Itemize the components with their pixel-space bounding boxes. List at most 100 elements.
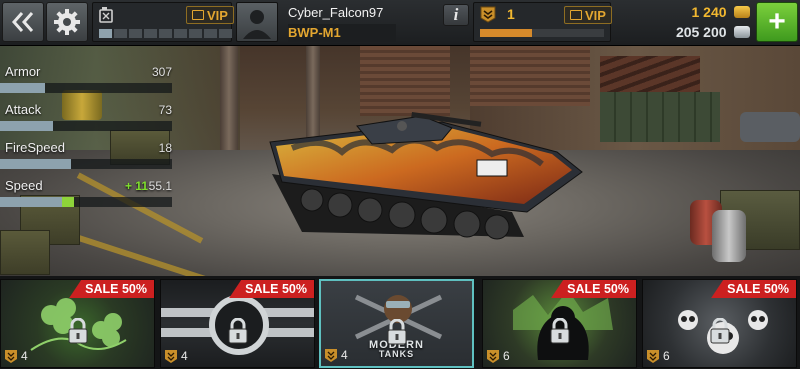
xp-bar	[480, 29, 604, 37]
rank-chevron-icon	[325, 348, 337, 362]
camo-card-gorilla[interactable]: SALE 50% 6	[482, 279, 637, 368]
tank-hatch	[397, 121, 407, 131]
gold-amount: 1 240	[691, 4, 727, 20]
stat-bar	[0, 121, 172, 131]
required-rank: 6	[487, 349, 510, 363]
rank-chevron-icon	[647, 349, 659, 363]
required-rank-value: 6	[503, 349, 510, 363]
camo-card-clover[interactable]: SALE 50% 4	[0, 279, 155, 368]
vip-badge[interactable]: VIP	[186, 6, 234, 24]
stat-name: Attack	[5, 102, 42, 117]
tank-model	[269, 112, 583, 240]
rank-chevron-icon	[5, 349, 17, 363]
stat-value: 55.1	[148, 179, 172, 193]
stat-value: 18	[158, 141, 172, 155]
required-rank: 6	[647, 349, 670, 363]
camo-card-skull[interactable]: SALE 50% 6	[642, 279, 797, 368]
lock-icon	[710, 318, 729, 344]
stat-name: FireSpeed	[5, 140, 65, 155]
info-icon: i	[453, 5, 459, 24]
vip-badge[interactable]: VIP	[564, 6, 612, 24]
vip-label: VIP	[585, 7, 606, 23]
camo-carousel: SALE 50% 4 SALE 50% 4 MODERN TANKS 4 SALE 50% 6 S…	[0, 276, 800, 369]
fuel-segment	[159, 29, 172, 38]
tank-stats-panel: Armor 307 Attack 73 FireSpeed 18 Speed + 11 55.1	[0, 60, 176, 212]
camo-card-modern[interactable]: MODERN TANKS 4	[319, 279, 474, 368]
lock-icon	[68, 318, 87, 344]
camo-card-star[interactable]: SALE 50% 4	[160, 279, 315, 368]
gear-icon	[54, 9, 80, 35]
back-button[interactable]	[2, 2, 44, 42]
rank-level: 1	[507, 6, 515, 22]
garage-shutter	[360, 46, 450, 116]
required-rank-value: 4	[341, 348, 348, 362]
fuel-bar	[99, 29, 232, 38]
lock-icon	[387, 319, 406, 345]
xp-bar-fill	[480, 29, 533, 37]
silver-coins-icon	[734, 26, 750, 38]
stat-row-firespeed: FireSpeed 18	[0, 136, 176, 174]
vip-icon	[570, 10, 582, 20]
avatar[interactable]	[236, 2, 278, 42]
stat-row-armor: Armor 307	[0, 60, 176, 98]
fuel-segment	[144, 29, 157, 38]
settings-button[interactable]	[46, 2, 88, 42]
fuel-segment	[129, 29, 142, 38]
top-bar: VIP Cyber_Falcon97 BWP-M1 i 1 VIP 1 240	[0, 0, 800, 46]
stat-value: 307	[151, 65, 172, 79]
gold-coins-icon	[734, 6, 750, 18]
stat-bonus: + 11	[124, 179, 148, 193]
lock-icon	[228, 318, 247, 344]
fuel-can-icon	[99, 7, 113, 23]
player-name: Cyber_Falcon97	[288, 5, 384, 20]
required-rank-value: 4	[21, 349, 28, 363]
vip-label: VIP	[207, 7, 228, 23]
stat-bar	[0, 83, 172, 93]
stat-name: Speed	[5, 178, 43, 193]
stat-bar-fill	[0, 121, 54, 131]
tank-decal	[476, 159, 508, 177]
required-rank: 4	[5, 349, 28, 363]
required-rank-value: 4	[181, 349, 188, 363]
fuel-segment	[189, 29, 202, 38]
stat-bar-fill	[0, 83, 45, 93]
lock-icon	[550, 318, 569, 344]
garage-shutter	[470, 46, 590, 106]
stat-name: Armor	[5, 64, 41, 79]
rank-chevron-icon	[480, 6, 496, 23]
gold-counter[interactable]: 1 240	[650, 4, 750, 22]
silver-counter[interactable]: 205 200	[650, 24, 750, 42]
garage-sofa	[740, 112, 800, 142]
sale-badge: SALE 50%	[229, 280, 314, 298]
silver-amount: 205 200	[675, 24, 727, 40]
rank-panel[interactable]: 1 VIP	[473, 2, 612, 42]
stat-bar-fill	[0, 197, 62, 207]
stat-bar-bonus-fill	[61, 197, 74, 207]
garage-lockers	[600, 92, 720, 142]
fuel-segment	[99, 29, 112, 38]
add-currency-button[interactable]: +	[756, 2, 798, 42]
required-rank-value: 6	[663, 349, 670, 363]
vip-icon	[192, 10, 204, 20]
rank-chevron-icon	[487, 349, 499, 363]
sale-badge: SALE 50%	[69, 280, 154, 298]
fuel-segment	[204, 29, 217, 38]
sale-badge: SALE 50%	[711, 280, 796, 298]
avatar-silhouette-icon	[243, 10, 271, 39]
fuel-panel[interactable]: VIP	[92, 2, 234, 42]
oil-barrel	[712, 210, 746, 262]
stat-value: 73	[158, 103, 172, 117]
tank-name-plate: BWP-M1	[288, 24, 396, 42]
stat-row-speed: Speed + 11 55.1	[0, 174, 176, 212]
fuel-segment	[114, 29, 127, 38]
stat-row-attack: Attack 73	[0, 98, 176, 136]
stat-bar-fill	[0, 159, 71, 169]
double-chevron-left-icon	[11, 12, 34, 32]
fuel-segment	[219, 29, 232, 38]
info-button[interactable]: i	[443, 4, 469, 26]
required-rank: 4	[165, 349, 188, 363]
rank-chevron-icon	[165, 349, 177, 363]
required-rank: 4	[325, 348, 348, 362]
supply-crate	[0, 230, 50, 275]
stat-bar	[0, 159, 172, 169]
